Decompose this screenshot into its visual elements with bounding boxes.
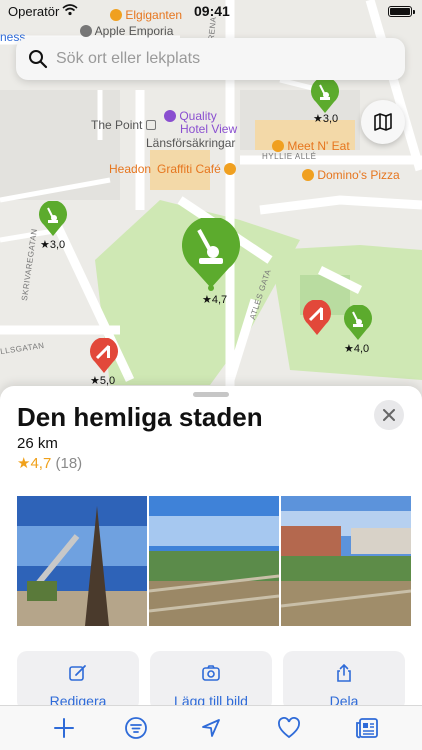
search-icon — [29, 50, 48, 69]
location-icon — [202, 719, 220, 737]
place-distance: 26 km — [17, 435, 58, 452]
battery-icon — [388, 6, 415, 17]
tab-bar — [0, 705, 422, 750]
add-icon — [54, 718, 74, 738]
street-label: HYLLIE ALLÉ — [262, 152, 317, 161]
map-icon — [374, 113, 392, 131]
playground-pin[interactable] — [343, 305, 373, 341]
add-photo-button[interactable]: Lägg till bild — [150, 651, 272, 711]
pin-rating: ★4,7 — [202, 294, 228, 306]
pin-rating: ★4,0 — [344, 343, 370, 355]
action-buttons: Redigera Lägg till bild Dela — [17, 651, 405, 711]
clock: 09:41 — [194, 3, 230, 19]
poi-lansforsakringar[interactable]: Länsförsäkringar — [146, 136, 235, 150]
poi-apple-emporia[interactable]: Apple Emporia — [80, 24, 173, 38]
poi-meet-n-eat[interactable]: Meet N' Eat — [272, 139, 350, 153]
playground-pin[interactable] — [310, 78, 340, 114]
camera-icon — [202, 665, 220, 681]
close-icon — [383, 409, 395, 421]
status-bar: Operatör 09:41 — [0, 0, 422, 24]
poi-dominos-pizza[interactable]: Domino's Pizza — [302, 168, 400, 182]
tab-add[interactable] — [50, 714, 78, 742]
search-input[interactable] — [56, 50, 376, 68]
place-rating: ★4,7 (18) — [17, 454, 82, 472]
close-button[interactable] — [374, 400, 404, 430]
list-icon — [125, 717, 147, 739]
tab-location[interactable] — [197, 714, 225, 742]
news-icon — [356, 718, 378, 739]
place-detail-sheet: Den hemliga staden 26 km ★4,7 (18) Redig… — [0, 386, 422, 750]
rating-count: (18) — [55, 455, 83, 472]
map-view[interactable]: Operatör 09:41 Elgiganten ness Apple Emp… — [0, 0, 422, 400]
playground-pin[interactable] — [38, 201, 68, 237]
tab-news[interactable] — [353, 714, 381, 742]
tab-list[interactable] — [122, 714, 150, 742]
place-photo[interactable] — [149, 496, 279, 626]
playground-pin-red[interactable] — [89, 338, 119, 374]
heart-icon — [278, 717, 300, 739]
pin-rating: ★3,0 — [313, 113, 339, 125]
carrier-label: Operatör — [8, 4, 60, 19]
share-button[interactable]: Dela — [283, 651, 405, 711]
photo-gallery[interactable] — [17, 496, 411, 626]
playground-pin-selected[interactable] — [181, 218, 241, 292]
share-icon — [337, 663, 351, 682]
poi-the-point[interactable]: The Point — [91, 118, 156, 132]
place-title: Den hemliga staden — [17, 402, 263, 432]
map-mode-button[interactable] — [361, 100, 405, 144]
place-photo[interactable] — [281, 496, 411, 626]
wifi-icon — [62, 4, 78, 16]
sheet-grabber[interactable] — [193, 392, 229, 397]
poi-headon[interactable]: Headon — [109, 162, 151, 176]
search-bar[interactable] — [16, 38, 405, 80]
pin-rating: ★3,0 — [40, 239, 66, 251]
place-photo[interactable] — [17, 496, 147, 626]
poi-quality-hotel[interactable]: Quality Hotel View — [164, 110, 237, 136]
star-icon: ★ — [17, 455, 31, 472]
rating-value: 4,7 — [30, 455, 52, 472]
edit-icon — [69, 665, 86, 681]
edit-button[interactable]: Redigera — [17, 651, 139, 711]
tab-favorites[interactable] — [275, 714, 303, 742]
playground-pin-red[interactable] — [302, 300, 332, 336]
poi-graffiti-cafe[interactable]: Graffiti Café — [157, 162, 237, 176]
